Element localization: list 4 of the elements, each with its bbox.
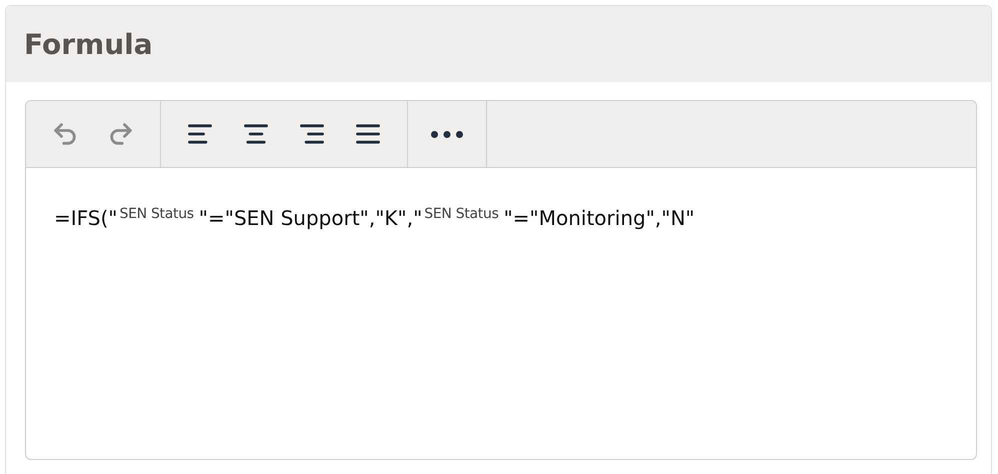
panel-title: Formula xyxy=(24,28,153,60)
more-icon xyxy=(431,130,463,138)
formula-editor[interactable]: =IFS("$^{SEN Status}$ "="SEN Support","K","$^{SEN Status}$ "="Monitoring","N" xyxy=(25,100,977,460)
formula-text: =IFS("$^{SEN Status}$ "="SEN Support","K","$^{SEN Status}$ "="Monitoring","N" xyxy=(54,206,696,230)
